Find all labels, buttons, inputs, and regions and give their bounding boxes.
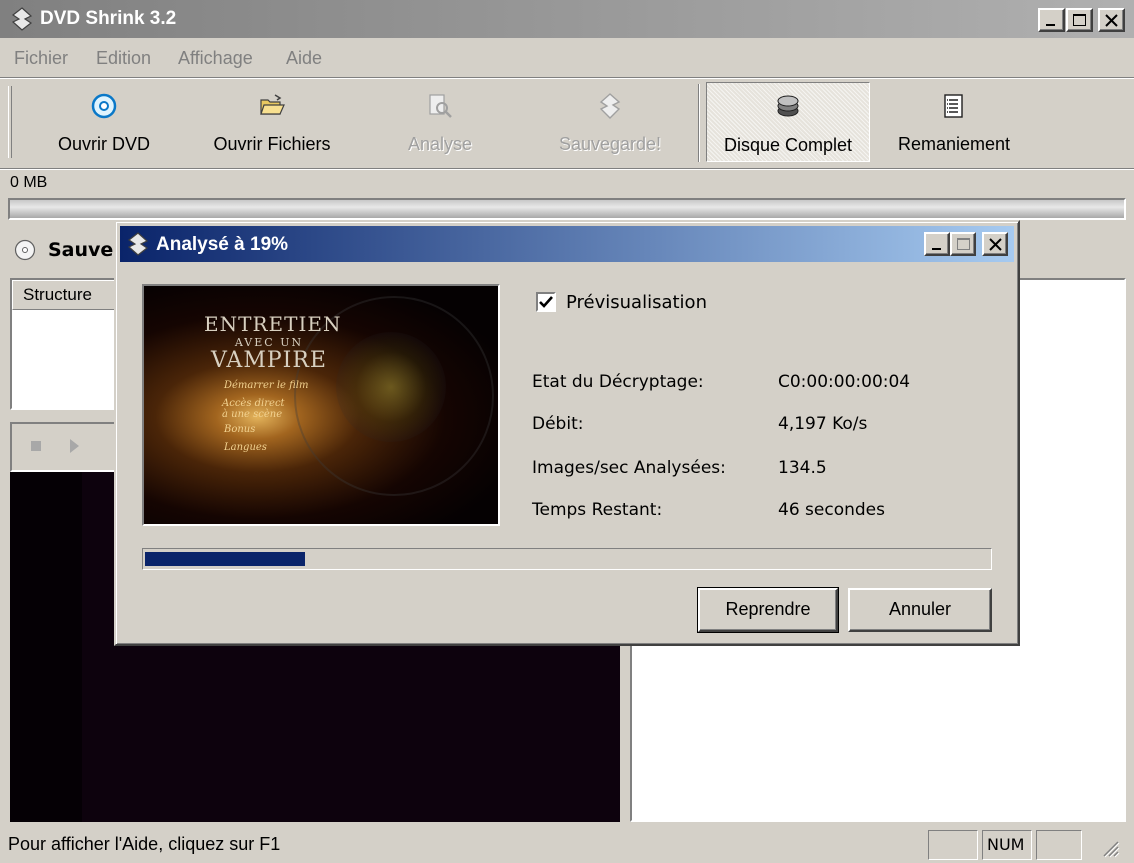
- status-bar: Pour afficher l'Aide, cliquez sur F1 NUM: [0, 826, 1134, 863]
- preview-title-line-1: ENTRETIEN: [204, 312, 342, 336]
- preview-checkbox[interactable]: [536, 292, 556, 312]
- open-dvd-button[interactable]: Ouvrir DVD: [40, 82, 168, 162]
- toolbar: Ouvrir DVD Ouvrir Fichiers Analyse Sauve…: [0, 80, 1134, 168]
- toolbar-separator: [0, 168, 1134, 170]
- cancel-button[interactable]: Annuler: [848, 588, 992, 632]
- dvd-disc-icon: [91, 93, 117, 119]
- analyze-magnifier-icon: [429, 94, 452, 118]
- backup-panel-tab[interactable]: Sauve: [10, 230, 130, 270]
- play-icon[interactable]: [68, 438, 82, 456]
- maximize-icon: [957, 238, 970, 250]
- menu-edition[interactable]: Edition: [96, 48, 151, 69]
- analyze-button[interactable]: Analyse: [390, 82, 490, 162]
- reauthor-button[interactable]: Remaniement: [884, 82, 1024, 162]
- close-icon: [989, 238, 1002, 251]
- time-remaining-label: Temps Restant:: [532, 500, 663, 520]
- preview-light-flare: [336, 332, 446, 442]
- dialog-maximize-button[interactable]: [950, 232, 976, 256]
- fps-label: Images/sec Analysées:: [532, 458, 726, 478]
- rate-value: 4,197 Ko/s: [778, 414, 868, 434]
- checkmark-icon: [539, 296, 553, 308]
- dvd-shrink-icon: [11, 7, 33, 31]
- reauthor-list-icon: [944, 94, 963, 118]
- analysis-progress-bar: [142, 548, 992, 570]
- menu-bar: Fichier Edition Affichage Aide: [0, 40, 1134, 76]
- preview-menu-scenes: Accès direct à une scène: [222, 398, 285, 420]
- cd-icon: [14, 239, 36, 261]
- open-folder-icon: [260, 94, 285, 115]
- status-help-text: Pour afficher l'Aide, cliquez sur F1: [8, 834, 281, 854]
- open-files-button[interactable]: Ouvrir Fichiers: [192, 82, 352, 162]
- menu-separator: [0, 77, 1134, 79]
- minimize-button[interactable]: [1038, 8, 1065, 32]
- dialog-close-button[interactable]: [982, 232, 1008, 256]
- video-left-strip: [10, 472, 82, 822]
- dvd-shrink-icon: [127, 232, 149, 256]
- player-controls: [10, 422, 120, 472]
- status-scroll-indicator: [1036, 830, 1082, 860]
- status-caps-indicator: [928, 830, 978, 860]
- menu-fichier[interactable]: Fichier: [14, 48, 68, 69]
- maximize-icon: [1073, 14, 1086, 26]
- dialog-title-bar[interactable]: Analysé à 19%: [120, 226, 1014, 262]
- disc-size-bar: [8, 198, 1126, 220]
- preview-menu-languages: Langues: [224, 442, 267, 453]
- preview-title-line-3: VAMPIRE: [211, 348, 327, 373]
- time-remaining-value: 46 secondes: [778, 500, 885, 520]
- rate-label: Débit:: [532, 414, 584, 434]
- decrypt-state-value: C0:00:00:00:04: [778, 372, 911, 392]
- close-icon: [1105, 14, 1118, 27]
- menu-aide[interactable]: Aide: [286, 48, 322, 69]
- preview-checkbox-label[interactable]: Prévisualisation: [566, 292, 707, 313]
- stop-icon[interactable]: [30, 440, 44, 454]
- fps-value: 134.5: [778, 458, 827, 478]
- preview-menu-play: Démarrer le film: [224, 380, 309, 391]
- backup-button[interactable]: Sauvegarde!: [540, 82, 680, 162]
- minimize-icon: [932, 248, 941, 250]
- preview-menu-bonus: Bonus: [224, 424, 256, 435]
- backup-shrink-icon: [599, 93, 621, 119]
- decrypt-state-label: Etat du Décryptage:: [532, 372, 704, 392]
- menu-affichage[interactable]: Affichage: [178, 48, 253, 69]
- structure-panel: Structure: [10, 278, 132, 410]
- close-button[interactable]: [1098, 8, 1125, 32]
- video-preview-frame: ENTRETIEN AVEC UN VAMPIRE Démarrer le fi…: [142, 284, 500, 526]
- resize-grip-icon[interactable]: [1098, 836, 1120, 858]
- main-window-title: DVD Shrink 3.2: [40, 8, 177, 29]
- toolbar-grip[interactable]: [8, 86, 12, 158]
- resume-button[interactable]: Reprendre: [697, 587, 839, 633]
- maximize-button[interactable]: [1066, 8, 1093, 32]
- analysis-dialog: Analysé à 19% ENTRETIEN AVEC UN VAMPIRE …: [114, 220, 1020, 646]
- disc-stack-icon: [777, 95, 799, 117]
- minimize-icon: [1046, 24, 1055, 26]
- status-num-indicator: NUM: [982, 830, 1032, 860]
- dialog-minimize-button[interactable]: [924, 232, 950, 256]
- full-disc-button[interactable]: Disque Complet: [706, 82, 870, 162]
- total-size-label: 0 MB: [10, 174, 48, 191]
- dialog-title: Analysé à 19%: [156, 234, 289, 255]
- main-title-bar[interactable]: DVD Shrink 3.2: [0, 0, 1134, 38]
- analysis-progress-fill: [145, 552, 305, 566]
- toolbar-divider: [698, 84, 700, 162]
